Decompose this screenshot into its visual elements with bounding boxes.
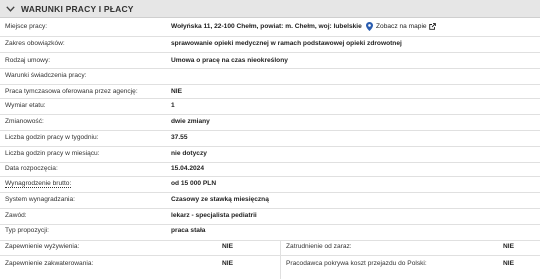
label-wymiar-etatu: Wymiar etatu: — [5, 102, 46, 109]
map-pin-icon — [366, 22, 373, 31]
value-wynagrodzenie: od 15 000 PLN — [171, 180, 217, 187]
row-godziny-tydzien: Liczba godzin pracy w tygodniu: 37.55 — [0, 130, 540, 147]
row-zmianowosc: Zmianowość: dwie zmiany — [0, 114, 540, 131]
value-godziny-miesiac: nie dotyczy — [171, 150, 207, 157]
label-miejsce-pracy: Miejsce pracy: — [5, 23, 48, 30]
label-wyzywienie: Zapewnienie wyżywienia: — [5, 243, 80, 250]
row-zakwaterowanie-przejazd: Zapewnienie zakwaterowania: NIE Pracodaw… — [0, 255, 540, 271]
value-typ-propozycji: praca stała — [171, 227, 206, 234]
column-divider — [280, 240, 281, 279]
row-godziny-miesiac: Liczba godzin pracy w miesiącu: nie doty… — [0, 146, 540, 163]
label-zawod: Zawód: — [5, 212, 27, 219]
value-przejazd: NIE — [503, 260, 514, 267]
value-data-rozpoczecia: 15.04.2024 — [171, 165, 205, 172]
row-data-rozpoczecia: Data rozpoczęcia: 15.04.2024 — [0, 162, 540, 177]
label-typ-propozycji: Typ propozycji: — [5, 227, 49, 234]
label-godziny-tydzien: Liczba godzin pracy w tygodniu: — [5, 134, 99, 141]
label-zatrudnienie: Zatrudnienie od zaraz: — [286, 243, 352, 250]
label-system-wynagradzania: System wynagradzania: — [5, 196, 76, 203]
value-wymiar-etatu: 1 — [171, 102, 175, 109]
value-zakres: sprawowanie opieki medycznej w ramach po… — [171, 40, 402, 47]
label-praca-tymczasowa: Praca tymczasowa oferowana przez agencję… — [5, 88, 138, 95]
label-zakwaterowanie: Zapewnienie zakwaterowania: — [5, 260, 94, 267]
label-przejazd: Pracodawca pokrywa koszt przejazdu do Po… — [286, 260, 427, 267]
section-header[interactable]: WARUNKI PRACY I PŁACY — [0, 0, 540, 18]
value-zmianowosc: dwie zmiany — [171, 118, 210, 125]
label-warunki: Warunki świadczenia pracy: — [5, 72, 87, 79]
value-rodzaj-umowy: Umowa o pracę na czas nieokreślony — [171, 57, 288, 64]
row-praca-tymczasowa: Praca tymczasowa oferowana przez agencję… — [0, 84, 540, 99]
row-rodzaj-umowy: Rodzaj umowy: Umowa o pracę na czas nieo… — [0, 52, 540, 69]
row-system-wynagradzania: System wynagradzania: Czasowy ze stawką … — [0, 192, 540, 209]
row-wymiar-etatu: Wymiar etatu: 1 — [0, 98, 540, 115]
row-zawod: Zawód: lekarz - specjalista pediatrii — [0, 208, 540, 225]
value-zakwaterowanie: NIE — [222, 260, 233, 267]
label-wynagrodzenie[interactable]: Wynagrodzenie brutto: — [5, 180, 72, 188]
row-warunki: Warunki świadczenia pracy: — [0, 68, 540, 85]
value-wyzywienie: NIE — [222, 243, 233, 250]
section-title: WARUNKI PRACY I PŁACY — [21, 3, 134, 14]
value-godziny-tydzien: 37.55 — [171, 134, 188, 141]
label-rodzaj-umowy: Rodzaj umowy: — [5, 57, 51, 64]
chevron-down-icon — [5, 4, 15, 14]
value-praca-tymczasowa: NIE — [171, 88, 182, 95]
row-typ-propozycji: Typ propozycji: praca stała — [0, 224, 540, 241]
row-wynagrodzenie: Wynagrodzenie brutto: od 15 000 PLN — [0, 176, 540, 193]
row-miejsce-pracy: Miejsce pracy: Wołyńska 11, 22-100 Chełm… — [0, 18, 540, 37]
value-zatrudnienie: NIE — [503, 243, 514, 250]
value-zawod: lekarz - specjalista pediatrii — [171, 212, 257, 219]
label-data-rozpoczecia: Data rozpoczęcia: — [5, 165, 58, 172]
value-system-wynagradzania: Czasowy ze stawką miesięczną — [171, 196, 269, 203]
label-zakres: Zakres obowiązków: — [5, 40, 65, 47]
map-link[interactable]: Zobacz na mapie — [366, 22, 439, 31]
label-zmianowosc: Zmianowość: — [5, 118, 44, 125]
value-miejsce-pracy: Wołyńska 11, 22-100 Chełm, powiat: m. Ch… — [171, 23, 362, 30]
row-zakres: Zakres obowiązków: sprawowanie opieki me… — [0, 36, 540, 53]
label-godziny-miesiac: Liczba godzin pracy w miesiącu: — [5, 150, 100, 157]
map-link-label: Zobacz na mapie — [376, 23, 427, 30]
external-link-icon — [428, 23, 436, 30]
row-wyzywienie-zatrudnienie: Zapewnienie wyżywienia: NIE Zatrudnienie… — [0, 240, 540, 256]
